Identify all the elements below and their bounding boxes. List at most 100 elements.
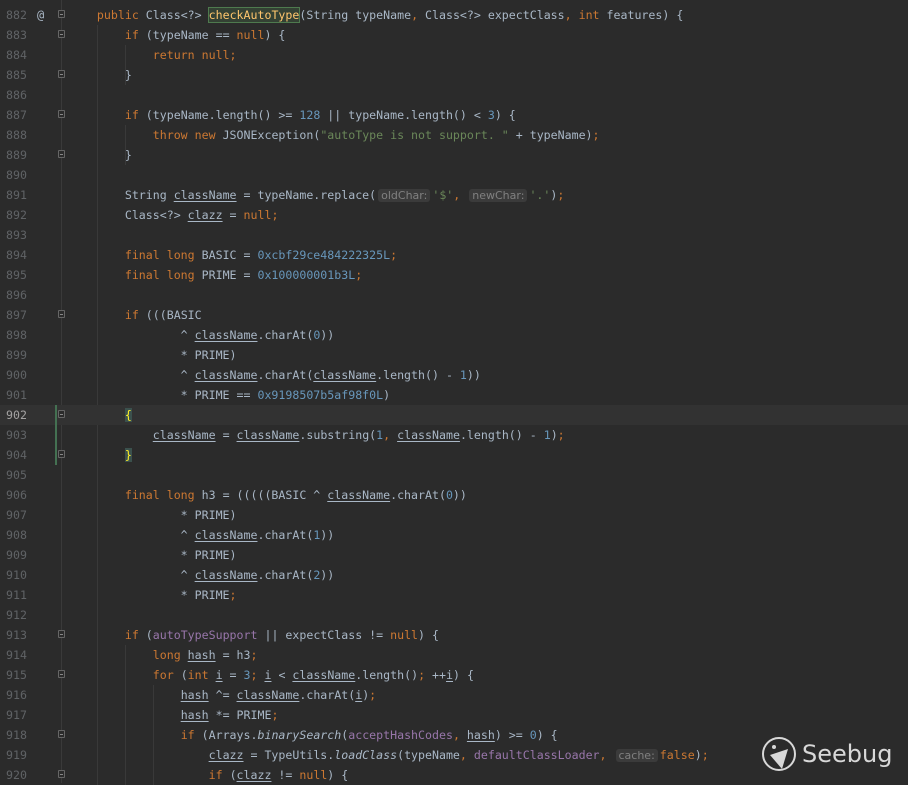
- code-token: Class<?>: [145, 8, 209, 22]
- code-line[interactable]: 914 long hash = h3;: [0, 645, 908, 665]
- vcs-change-marker[interactable]: [55, 405, 57, 425]
- code-token: .length(): [355, 668, 419, 682]
- code-text: if (((BASIC: [69, 305, 202, 325]
- code-token: <: [271, 668, 293, 682]
- fold-icon[interactable]: [58, 310, 65, 318]
- code-line[interactable]: 895 final long PRIME = 0x100000001b3L;: [0, 265, 908, 285]
- fold-icon[interactable]: [58, 670, 65, 678]
- code-line[interactable]: 892 Class<?> clazz = null;: [0, 205, 908, 225]
- code-text: if (autoTypeSupport || expectClass != nu…: [69, 625, 439, 645]
- code-token: (String typeName: [299, 8, 412, 22]
- code-token: ): [694, 748, 702, 762]
- code-token: ;: [418, 668, 433, 682]
- code-line[interactable]: 905: [0, 465, 908, 485]
- fold-icon[interactable]: [58, 730, 65, 738]
- code-editor[interactable]: 882 @ public Class<?> checkAutoType(Strin…: [0, 5, 908, 785]
- code-line[interactable]: 907 * PRIME): [0, 505, 908, 525]
- code-text: * PRIME;: [69, 585, 237, 605]
- code-line[interactable]: 898 ^ className.charAt(0)): [0, 325, 908, 345]
- code-line[interactable]: 894 final long BASIC = 0xcbf29ce48422232…: [0, 245, 908, 265]
- code-line[interactable]: 909 * PRIME): [0, 545, 908, 565]
- code-token: className: [194, 368, 258, 382]
- code-line[interactable]: 887 if (typeName.length() >= 128 || type…: [0, 105, 908, 125]
- code-token: }: [124, 448, 132, 462]
- code-line[interactable]: 902 {: [0, 405, 908, 425]
- code-line[interactable]: 899 * PRIME): [0, 345, 908, 365]
- code-line[interactable]: 911 * PRIME;: [0, 585, 908, 605]
- code-line[interactable]: 910 ^ className.charAt(2)): [0, 565, 908, 585]
- watermark-text: Seebug: [802, 740, 893, 768]
- vcs-change-marker[interactable]: [55, 425, 57, 445]
- code-line[interactable]: 908 ^ className.charAt(1)): [0, 525, 908, 545]
- code-line[interactable]: 888 throw new JSONException("autoType is…: [0, 125, 908, 145]
- code-token: final long: [124, 268, 202, 282]
- fold-icon[interactable]: [58, 630, 65, 638]
- implements-marker-icon[interactable]: @: [37, 5, 44, 25]
- code-token: return null;: [152, 48, 237, 62]
- code-line[interactable]: 906 final long h3 = (((((BASIC ^ classNa…: [0, 485, 908, 505]
- code-token: clazz: [187, 208, 223, 222]
- code-token: '.': [529, 188, 551, 202]
- fold-icon[interactable]: [58, 410, 65, 418]
- code-text: final long h3 = (((((BASIC ^ className.c…: [69, 485, 467, 505]
- code-token: ,: [452, 728, 467, 742]
- code-line[interactable]: 885 }: [0, 65, 908, 85]
- code-token: ;: [250, 668, 265, 682]
- code-token: for: [152, 668, 181, 682]
- code-line[interactable]: 891 String className = typeName.replace(…: [0, 185, 908, 205]
- code-text: * PRIME): [69, 345, 237, 365]
- code-token: if: [180, 728, 202, 742]
- code-token: long: [152, 648, 188, 662]
- code-line[interactable]: 901 * PRIME == 0x9198507b5af98f0L): [0, 385, 908, 405]
- code-line[interactable]: 915 for (int i = 3; i < className.length…: [0, 665, 908, 685]
- fold-icon[interactable]: [58, 770, 65, 778]
- code-line[interactable]: 917 hash *= PRIME;: [0, 705, 908, 725]
- line-number: 888: [6, 128, 27, 142]
- vcs-change-marker[interactable]: [55, 445, 57, 465]
- code-line[interactable]: 916 hash ^= className.charAt(i);: [0, 685, 908, 705]
- code-line[interactable]: 883 if (typeName == null) {: [0, 25, 908, 45]
- code-token: ;: [271, 708, 279, 722]
- line-number: 920: [6, 768, 27, 782]
- fold-icon[interactable]: [58, 150, 65, 158]
- code-token: '$': [432, 188, 454, 202]
- code-token: .length() -: [376, 368, 460, 382]
- code-line[interactable]: 893: [0, 225, 908, 245]
- code-token: * PRIME ==: [69, 388, 258, 402]
- code-token: (typeName: [397, 748, 460, 762]
- code-line[interactable]: 897 if (((BASIC: [0, 305, 908, 325]
- code-line[interactable]: 884 return null;: [0, 45, 908, 65]
- code-text: ^ className.charAt(2)): [69, 565, 335, 585]
- code-line[interactable]: 882 @ public Class<?> checkAutoType(Strin…: [0, 5, 908, 25]
- code-line[interactable]: 900 ^ className.charAt(className.length(…: [0, 365, 908, 385]
- code-line[interactable]: 890: [0, 165, 908, 185]
- code-token: 3: [243, 668, 251, 682]
- fold-icon[interactable]: [58, 10, 65, 18]
- code-token: !=: [271, 768, 300, 782]
- code-line[interactable]: 886: [0, 85, 908, 105]
- code-text: if (clazz != null) {: [69, 765, 349, 785]
- code-token: (Arrays.: [201, 728, 258, 742]
- code-token: className: [152, 428, 216, 442]
- code-token: null: [299, 768, 328, 782]
- code-line[interactable]: 896: [0, 285, 908, 305]
- code-token: final long: [124, 248, 202, 262]
- code-token: .charAt(: [299, 688, 356, 702]
- parameter-hint: cache:: [615, 749, 658, 762]
- line-number: 886: [6, 88, 27, 102]
- seebug-watermark: Seebug: [760, 735, 892, 773]
- fold-icon[interactable]: [58, 30, 65, 38]
- code-text: if (Arrays.binarySearch(acceptHashCodes,…: [69, 725, 558, 745]
- code-line[interactable]: 912: [0, 605, 908, 625]
- fold-icon[interactable]: [58, 110, 65, 118]
- fold-icon[interactable]: [58, 70, 65, 78]
- code-line[interactable]: 904 }: [0, 445, 908, 465]
- fold-icon[interactable]: [58, 450, 65, 458]
- code-line[interactable]: 913 if (autoTypeSupport || expectClass !…: [0, 625, 908, 645]
- code-token: )): [320, 328, 335, 342]
- code-line[interactable]: 903 className = className.substring(1, c…: [0, 425, 908, 445]
- code-token: , int: [564, 8, 607, 22]
- code-line[interactable]: 889 }: [0, 145, 908, 165]
